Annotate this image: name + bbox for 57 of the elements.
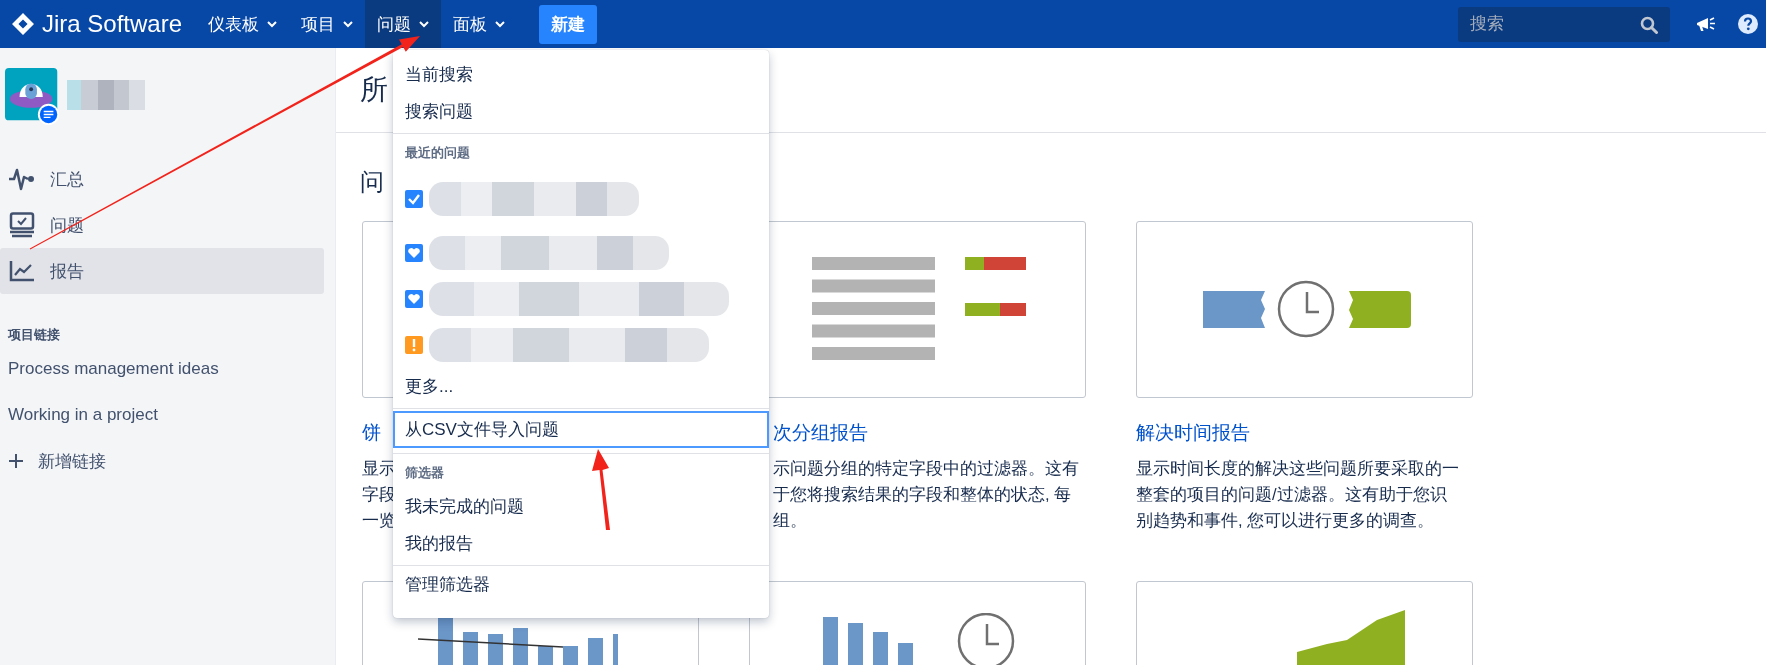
search-field[interactable]: 搜索 (1458, 6, 1670, 42)
app-name: Jira Software (42, 10, 183, 38)
menu-item[interactable]: 当前搜索 (393, 56, 769, 93)
page-title: 所 (360, 73, 388, 107)
menu-heading: 最近的问题 (404, 144, 470, 162)
bar (898, 643, 913, 665)
clock-icon (957, 613, 1015, 665)
report-title[interactable]: 解决时间报告 (1136, 420, 1250, 446)
caret-icon (495, 20, 506, 28)
check-icon (405, 190, 423, 208)
bar (538, 646, 553, 665)
pulse-icon (8, 167, 36, 191)
bar (488, 634, 503, 665)
search-icon[interactable] (1640, 15, 1658, 34)
nav-menu[interactable]: 项目 (289, 0, 366, 48)
menu-item[interactable]: 搜索问题 (393, 93, 769, 130)
logo-icon (12, 13, 34, 35)
bar (613, 634, 618, 665)
bar (513, 628, 528, 665)
line-chart-icon (8, 259, 36, 283)
report-title[interactable]: 饼 (362, 420, 381, 446)
section-title: 问 (360, 168, 384, 196)
bar (823, 617, 838, 665)
menu-item[interactable]: 更多... (393, 368, 769, 405)
caret-icon (267, 20, 278, 28)
bar (463, 632, 478, 665)
megaphone-icon[interactable] (1696, 15, 1716, 33)
nav-menu[interactable]: 问题 (365, 0, 442, 48)
bar (588, 638, 603, 665)
plus-icon[interactable] (8, 453, 24, 469)
sidebar-item[interactable]: 汇总 (0, 156, 324, 202)
card-frame[interactable] (1136, 221, 1473, 398)
menu-item[interactable]: 我的报告 (393, 525, 769, 562)
bar (438, 616, 453, 665)
bar (848, 623, 863, 665)
caret-icon (343, 20, 354, 28)
bar (563, 646, 578, 665)
sidebar-item[interactable]: 报告 (0, 248, 324, 294)
section-heading: 项目链接 (6, 326, 61, 344)
report-title[interactable]: 次分组报告 (773, 420, 868, 446)
menu-item[interactable]: 从CSV文件导入问题 (393, 411, 769, 448)
report-description: 显示时间长度的解决这些问题所要采取的一 整套的项目的问题/过滤器。这有助于您识 别趋势和事件, 您可以进行更多的调查。 (1136, 458, 1459, 531)
nav-menu[interactable]: 面板 (441, 0, 518, 48)
nav-menu[interactable]: 仪表板 (196, 0, 290, 48)
project-link[interactable]: Working in a project (0, 392, 335, 438)
caret-icon (419, 20, 430, 28)
bar (873, 632, 888, 665)
menu-item[interactable]: 管理筛选器 (393, 566, 769, 603)
report-description: 示问题分组的特定字段中的过滤器。这有 于您将搜索结果的字段和整体的状态, 每 组。 (773, 458, 1079, 531)
add-link[interactable]: 新增链接 (38, 449, 106, 473)
alert-icon (405, 336, 423, 354)
project-link[interactable]: Process management ideas (0, 346, 335, 392)
menu-item[interactable]: 我未完成的问题 (393, 488, 769, 525)
monitor-check-icon (8, 212, 36, 238)
help-icon[interactable] (1738, 14, 1758, 34)
create-button[interactable]: 新建 (539, 4, 598, 44)
menu-heading: 筛选器 (404, 464, 444, 482)
